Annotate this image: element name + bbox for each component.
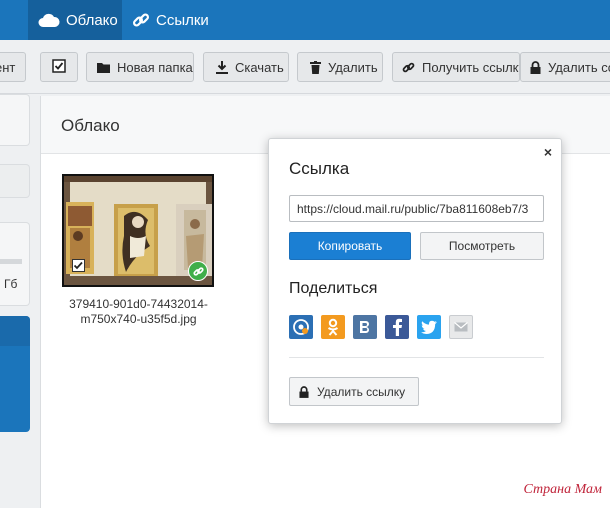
new-folder-label: Новая папка xyxy=(117,59,193,75)
facebook-icon[interactable] xyxy=(385,315,409,339)
storage-size-text: Гб xyxy=(4,277,18,291)
cloud-icon xyxy=(38,12,60,28)
tab-links[interactable]: Ссылки xyxy=(132,0,242,40)
checkbox-checked-icon xyxy=(72,259,85,272)
download-button[interactable]: Скачать xyxy=(203,52,289,82)
popup-divider xyxy=(289,357,544,358)
delete-link-label: Удалить ссылку xyxy=(317,384,406,399)
lock-icon xyxy=(299,385,309,398)
file-name[interactable]: 379410-901d0-74432014- m750x740-u35f5d.j… xyxy=(51,297,226,327)
delete-button[interactable]: Удалить xyxy=(297,52,383,82)
tab-cloud[interactable]: Облако xyxy=(28,0,122,40)
folder-icon xyxy=(97,62,110,73)
sidebar-panel xyxy=(0,94,30,146)
sidebar-blue-strip xyxy=(0,316,30,346)
twitter-icon[interactable] xyxy=(417,315,441,339)
get-link-button[interactable]: Получить ссылку xyxy=(392,52,520,82)
sidebar-storage-panel: Гб xyxy=(0,222,30,306)
download-icon xyxy=(216,60,228,74)
get-link-label: Получить ссылку xyxy=(422,59,520,75)
partial-button-label: ент xyxy=(0,59,16,75)
page-title: Облако xyxy=(61,116,120,135)
sidebar: Гб xyxy=(0,94,34,508)
link-icon xyxy=(402,61,415,74)
odnoklassniki-icon[interactable] xyxy=(321,315,345,339)
share-title: Поделиться xyxy=(289,280,378,297)
copy-button-label: Копировать xyxy=(317,239,383,253)
delete-link-button-popup[interactable]: Удалить ссылку xyxy=(289,377,419,406)
delete-link-button[interactable]: Удалить ссы xyxy=(520,52,610,82)
lock-icon xyxy=(530,60,541,74)
file-checkbox[interactable] xyxy=(72,259,85,277)
download-label: Скачать xyxy=(235,59,284,75)
file-name-line-1: 379410-901d0-74432014- xyxy=(69,297,208,311)
email-icon[interactable] xyxy=(449,315,473,339)
shared-link-icon xyxy=(188,261,208,281)
link-url-input[interactable] xyxy=(289,195,544,222)
mail-agent-icon[interactable] xyxy=(289,315,313,339)
popup-title: Ссылка xyxy=(289,159,350,178)
close-icon[interactable]: × xyxy=(544,145,552,159)
vkontakte-icon[interactable] xyxy=(353,315,377,339)
view-button[interactable]: Посмотреть xyxy=(420,232,544,260)
link-icon xyxy=(132,11,150,29)
copy-button[interactable]: Копировать xyxy=(289,232,411,260)
tab-cloud-label: Облако xyxy=(66,11,118,29)
new-folder-button[interactable]: Новая папка xyxy=(86,52,194,82)
trash-icon xyxy=(310,60,321,74)
file-name-line-2: m750x740-u35f5d.jpg xyxy=(80,312,197,326)
watermark: Страна Мам xyxy=(523,482,603,497)
partial-toolbar-button[interactable]: ент xyxy=(0,52,26,82)
storage-progress-bar xyxy=(0,259,22,264)
delete-link-toolbar-label: Удалить ссы xyxy=(548,59,610,75)
file-thumbnail[interactable] xyxy=(62,174,214,287)
select-all-button[interactable] xyxy=(40,52,78,82)
sidebar-button[interactable] xyxy=(0,164,30,198)
checkbox-icon xyxy=(52,58,66,76)
toolbar: ент Новая папка Скачать Удалить Получить… xyxy=(0,40,610,94)
delete-label: Удалить xyxy=(328,59,378,75)
top-navigation-bar: Облако Ссылки xyxy=(0,0,610,40)
tab-links-label: Ссылки xyxy=(156,11,209,29)
view-button-label: Посмотреть xyxy=(448,239,516,253)
link-popup: × Ссылка Копировать Посмотреть Поделитьс… xyxy=(268,138,562,424)
